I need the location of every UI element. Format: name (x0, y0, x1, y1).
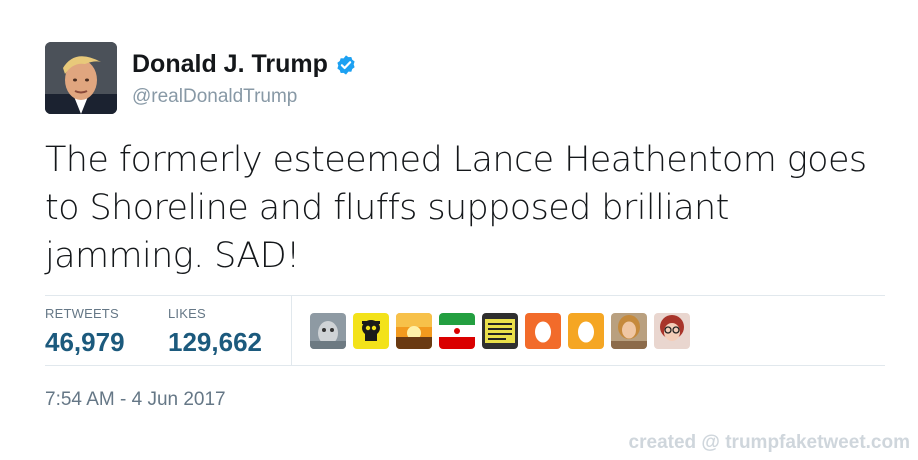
liker-avatar[interactable] (568, 313, 604, 349)
tweet-text: The formerly esteemed Lance Heathentom g… (45, 140, 867, 276)
retweets-stat[interactable]: RETWEETS 46,979 (45, 306, 125, 358)
retweets-label: RETWEETS (45, 306, 119, 321)
liker-avatars (310, 313, 690, 349)
stats-vertical-divider (291, 296, 292, 365)
watermark-text: created @ trumpfaketweet.com (628, 432, 910, 453)
sunset-photo-icon (396, 313, 432, 349)
author-name-text: Donald J. Trump (132, 50, 328, 78)
author-name[interactable]: Donald J. Trump (132, 50, 357, 79)
yellow-skull-icon (353, 313, 389, 349)
liker-avatar[interactable] (310, 313, 346, 349)
liker-avatar[interactable] (353, 313, 389, 349)
likes-label: LIKES (168, 306, 206, 321)
woman-glasses-photo-icon (654, 313, 690, 349)
iran-flag-icon (439, 313, 475, 349)
default-egg-yellow-icon (568, 313, 604, 349)
stats-top-divider (45, 295, 885, 296)
stats-bottom-divider (45, 365, 885, 366)
verified-badge-icon (337, 54, 355, 75)
tweet-page: { "author": { "name": "Donald J. Trump",… (0, 0, 918, 460)
dog-photo-icon (310, 313, 346, 349)
liker-avatar[interactable] (654, 313, 690, 349)
default-egg-orange-icon (525, 313, 561, 349)
liker-avatar[interactable] (482, 313, 518, 349)
likes-stat[interactable]: LIKES 129,662 (168, 306, 262, 358)
author-avatar[interactable] (45, 42, 117, 114)
liker-avatar[interactable] (396, 313, 432, 349)
likes-count: 129,662 (168, 327, 262, 357)
retweets-count: 46,979 (45, 327, 125, 357)
author-handle[interactable]: @realDonaldTrump (132, 86, 297, 108)
woman-photo-icon (611, 313, 647, 349)
liker-avatar[interactable] (611, 313, 647, 349)
liker-avatar[interactable] (439, 313, 475, 349)
profile-photo-icon (45, 42, 117, 114)
liker-avatar[interactable] (525, 313, 561, 349)
protest-sign-icon (482, 313, 518, 349)
tweet-timestamp[interactable]: 7:54 AM - 4 Jun 2017 (45, 389, 226, 411)
